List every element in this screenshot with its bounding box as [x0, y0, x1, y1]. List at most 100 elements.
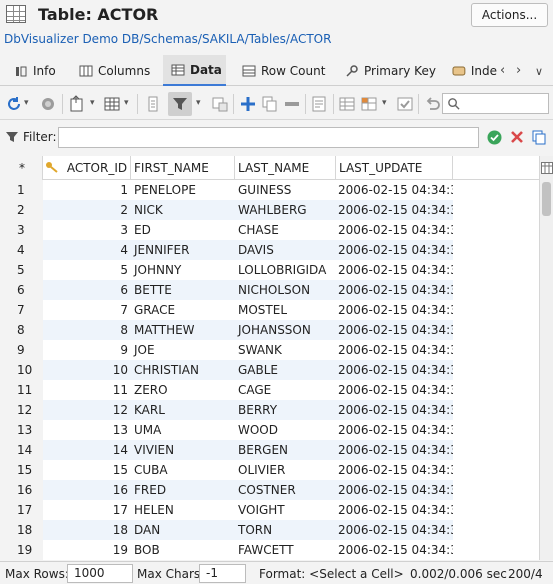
vertical-scrollbar[interactable] [539, 156, 553, 560]
table-row[interactable]: 16 16 FRED COSTNER 2006-02-15 04:34:33 [0, 480, 539, 500]
grid-layout-icon[interactable] [103, 95, 121, 113]
cell-first-name[interactable]: ZERO [131, 380, 235, 400]
cell-last-update[interactable]: 2006-02-15 04:34:33 [336, 540, 453, 560]
cell-last-name[interactable]: BERRY [235, 400, 336, 420]
row-number[interactable]: 16 [0, 480, 43, 500]
cell-first-name[interactable]: FRED [131, 480, 235, 500]
cell-first-name[interactable]: PENELOPE [131, 180, 235, 200]
cell-last-update[interactable]: 2006-02-15 04:34:33 [336, 440, 453, 460]
highlight-dropdown-icon[interactable]: ▾ [382, 98, 387, 108]
cell-last-name[interactable]: GUINESS [235, 180, 336, 200]
row-number-header[interactable]: * [0, 156, 43, 180]
table-row[interactable]: 19 19 BOB FAWCETT 2006-02-15 04:34:33 [0, 540, 539, 560]
cell-actor-id[interactable]: 19 [43, 540, 131, 560]
cell-last-update[interactable]: 2006-02-15 04:34:33 [336, 380, 453, 400]
tab-info[interactable]: Info [14, 55, 56, 86]
row-number[interactable]: 12 [0, 400, 43, 420]
tab-data[interactable]: Data [163, 55, 226, 86]
cell-actor-id[interactable]: 5 [43, 260, 131, 280]
row-number[interactable]: 2 [0, 200, 43, 220]
table-row[interactable]: 1 1 PENELOPE GUINESS 2006-02-15 04:34:33 [0, 180, 539, 200]
column-header-last-update[interactable]: LAST_UPDATE [336, 156, 453, 180]
cell-last-update[interactable]: 2006-02-15 04:34:33 [336, 300, 453, 320]
row-number[interactable]: 17 [0, 500, 43, 520]
cell-first-name[interactable]: UMA [131, 420, 235, 440]
cell-last-update[interactable]: 2006-02-15 04:34:33 [336, 180, 453, 200]
cell-last-update[interactable]: 2006-02-15 04:34:33 [336, 220, 453, 240]
table-row[interactable]: 9 9 JOE SWANK 2006-02-15 04:34:33 [0, 340, 539, 360]
cell-last-update[interactable]: 2006-02-15 04:34:33 [336, 500, 453, 520]
cell-actor-id[interactable]: 10 [43, 360, 131, 380]
cell-first-name[interactable]: JENNIFER [131, 240, 235, 260]
tab-indexes[interactable]: Inde [452, 55, 497, 86]
export-dropdown-icon[interactable]: ▾ [90, 98, 95, 108]
cell-first-name[interactable]: CHRISTIAN [131, 360, 235, 380]
cell-actor-id[interactable]: 4 [43, 240, 131, 260]
cell-actor-id[interactable]: 2 [43, 200, 131, 220]
cell-actor-id[interactable]: 17 [43, 500, 131, 520]
cell-last-name[interactable]: WAHLBERG [235, 200, 336, 220]
breadcrumb[interactable]: DbVisualizer Demo DB/Schemas/SAKILA/Tabl… [4, 32, 331, 46]
column-header-last-name[interactable]: LAST_NAME [235, 156, 336, 180]
commit-icon[interactable] [396, 95, 414, 113]
cell-first-name[interactable]: KARL [131, 400, 235, 420]
max-chars-input[interactable]: -1 [199, 564, 246, 583]
cell-first-name[interactable]: MATTHEW [131, 320, 235, 340]
cell-first-name[interactable]: BOB [131, 540, 235, 560]
table-row[interactable]: 2 2 NICK WAHLBERG 2006-02-15 04:34:33 [0, 200, 539, 220]
refresh-dropdown-icon[interactable]: ▾ [24, 98, 29, 108]
column-header-actor-id[interactable]: ACTOR_ID [43, 156, 131, 180]
table-row[interactable]: 5 5 JOHNNY LOLLOBRIGIDA 2006-02-15 04:34:33 [0, 260, 539, 280]
refresh-icon[interactable] [5, 95, 23, 113]
row-number[interactable]: 8 [0, 320, 43, 340]
cell-last-update[interactable]: 2006-02-15 04:34:33 [336, 420, 453, 440]
row-number[interactable]: 9 [0, 340, 43, 360]
table-row[interactable]: 17 17 HELEN VOIGHT 2006-02-15 04:34:33 [0, 500, 539, 520]
cell-first-name[interactable]: HELEN [131, 500, 235, 520]
table-row[interactable]: 10 10 CHRISTIAN GABLE 2006-02-15 04:34:33 [0, 360, 539, 380]
cell-last-update[interactable]: 2006-02-15 04:34:33 [336, 460, 453, 480]
stop-icon[interactable] [39, 95, 57, 113]
row-number[interactable]: 18 [0, 520, 43, 540]
cell-last-update[interactable]: 2006-02-15 04:34:33 [336, 200, 453, 220]
row-number[interactable]: 7 [0, 300, 43, 320]
cell-last-name[interactable]: MOSTEL [235, 300, 336, 320]
cell-actor-id[interactable]: 12 [43, 400, 131, 420]
row-number[interactable]: 6 [0, 280, 43, 300]
cell-last-update[interactable]: 2006-02-15 04:34:33 [336, 340, 453, 360]
cell-actor-id[interactable]: 18 [43, 520, 131, 540]
cell-first-name[interactable]: ED [131, 220, 235, 240]
cell-last-name[interactable]: JOHANSSON [235, 320, 336, 340]
table-row[interactable]: 11 11 ZERO CAGE 2006-02-15 04:34:33 [0, 380, 539, 400]
cell-last-name[interactable]: VOIGHT [235, 500, 336, 520]
tab-list-chevron-down-icon[interactable]: ∨ [535, 65, 543, 78]
tab-primary-key[interactable]: Primary Key [345, 55, 436, 86]
cell-actor-id[interactable]: 8 [43, 320, 131, 340]
export-icon[interactable] [68, 95, 86, 113]
filter-input[interactable] [58, 127, 479, 148]
cell-last-name[interactable]: CAGE [235, 380, 336, 400]
tab-scroll-left-icon[interactable]: ‹ [500, 63, 505, 78]
copy-filter-icon[interactable] [531, 129, 547, 145]
cell-last-name[interactable]: DAVIS [235, 240, 336, 260]
filter-dropdown-icon[interactable]: ▾ [196, 98, 201, 108]
cell-actor-id[interactable]: 7 [43, 300, 131, 320]
cell-actor-id[interactable]: 1 [43, 180, 131, 200]
cell-actor-id[interactable]: 14 [43, 440, 131, 460]
undo-icon[interactable] [423, 95, 441, 113]
row-number[interactable]: 14 [0, 440, 43, 460]
table-row[interactable]: 3 3 ED CHASE 2006-02-15 04:34:33 [0, 220, 539, 240]
cell-actor-id[interactable]: 6 [43, 280, 131, 300]
row-number[interactable]: 3 [0, 220, 43, 240]
tab-scroll-right-icon[interactable]: › [516, 63, 521, 78]
grid-edit-icon[interactable] [338, 95, 356, 113]
table-row[interactable]: 7 7 GRACE MOSTEL 2006-02-15 04:34:33 [0, 300, 539, 320]
grid-options-icon[interactable] [211, 95, 229, 113]
row-number[interactable]: 11 [0, 380, 43, 400]
tab-columns[interactable]: Columns [79, 55, 150, 86]
cell-last-update[interactable]: 2006-02-15 04:34:33 [336, 480, 453, 500]
cell-actor-id[interactable]: 3 [43, 220, 131, 240]
duplicate-row-icon[interactable] [261, 95, 279, 113]
cell-last-name[interactable]: NICHOLSON [235, 280, 336, 300]
data-grid[interactable]: * ACTOR_ID FIRST_NAME LAST_NAME LAST_UPD… [0, 156, 539, 560]
